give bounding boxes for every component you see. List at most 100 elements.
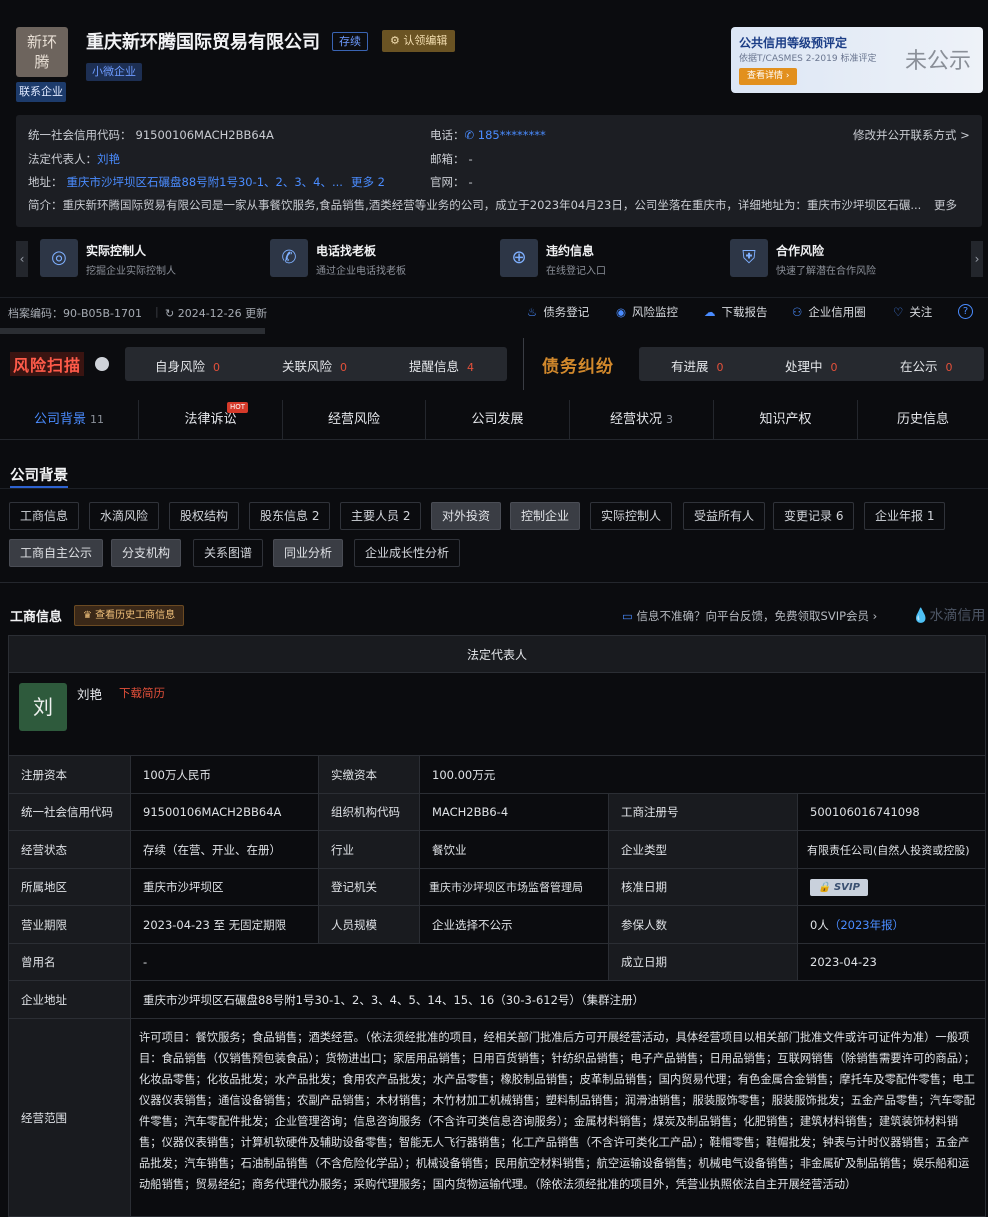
authority-label: 登记机关 xyxy=(319,869,420,906)
credit-circle-button[interactable]: ⚇ 企业信用圈 xyxy=(792,304,866,320)
archive-code-label: 档案编码： xyxy=(8,307,63,320)
chip-beneficiary[interactable]: 受益所有人 xyxy=(683,502,766,530)
intro-more-link[interactable]: 更多 xyxy=(934,197,957,213)
feature-coop-risk[interactable]: ⛨ 合作风险 快速了解潜在合作风险 xyxy=(730,239,950,281)
feature-default-info[interactable]: ⊕ 违约信息 在线登记入口 xyxy=(500,239,700,281)
main-tabs: 公司背景 11 法律诉讼 HOT 经营风险 公司发展 经营状况 3 知识产权 历史信息 xyxy=(0,400,988,440)
feature-prev-button[interactable]: ‹ xyxy=(16,241,28,277)
address-label: 地址： xyxy=(28,175,63,189)
debt-progress-item[interactable]: 有进展 0 xyxy=(671,356,724,375)
chip-actual-controller[interactable]: 实际控制人 xyxy=(590,502,673,530)
feature-title: 实际控制人 xyxy=(86,244,147,258)
download-report-button[interactable]: ☁ 下载报告 xyxy=(704,304,768,320)
insured-label: 参保人数 xyxy=(609,906,798,944)
phone-value[interactable]: 185******** xyxy=(478,128,546,142)
chip-water-risk[interactable]: 水滴风险 xyxy=(89,502,160,530)
chip-growth-analysis[interactable]: 企业成长性分析 xyxy=(354,539,461,567)
chip-investments[interactable]: 对外投资 xyxy=(431,502,502,530)
risk-scan-logo[interactable]: 风险扫描 xyxy=(10,352,85,376)
updated-date: 2024-12-26 更新 xyxy=(177,307,268,320)
tab-legal[interactable]: 法律诉讼 HOT xyxy=(139,400,283,440)
former-name-label: 曾用名 xyxy=(8,944,131,981)
legal-rep-link[interactable]: 刘艳 xyxy=(97,152,120,166)
address-more-link[interactable]: 更多 2 xyxy=(351,175,385,189)
feature-actual-controller[interactable]: ◎ 实际控制人 挖掘企业实际控制人 xyxy=(40,239,240,281)
svip-lock-button[interactable]: 🔒 SVIP xyxy=(810,878,868,896)
download-resume-link[interactable]: 下载简历 xyxy=(119,685,165,701)
help-icon[interactable]: ? xyxy=(958,304,973,319)
approve-date-label: 核准日期 xyxy=(609,869,798,906)
shield-icon: ⛨ xyxy=(730,239,768,277)
reg-no-label: 工商注册号 xyxy=(609,794,798,831)
credit-rating-card[interactable]: 公共信用等级预评定 依据T/CASMES 2-2019 标准评定 查看详情 › … xyxy=(731,27,983,93)
risk-monitor-button[interactable]: ◉ 风险监控 xyxy=(616,304,678,320)
biz-info-title: 工商信息 xyxy=(10,610,63,625)
debt-dispute-logo[interactable]: 债务纠纷 xyxy=(542,352,614,377)
chip-shareholders[interactable]: 股东信息 2 xyxy=(249,502,331,530)
self-risk-item[interactable]: 自身风险 0 xyxy=(155,356,220,375)
insured-value: 0人 （2023年报） xyxy=(798,906,986,944)
feature-phone-boss[interactable]: ✆ 电话找老板 通过企业电话找老板 xyxy=(270,239,470,281)
phone-label: 电话： xyxy=(430,128,465,142)
scroll-indicator xyxy=(0,328,265,334)
address-label: 企业地址 xyxy=(8,981,131,1019)
tab-ip[interactable]: 知识产权 xyxy=(714,400,858,440)
feedback-link[interactable]: ▭ 信息不准确？向平台反馈，免费领取SVIP会员 › xyxy=(622,608,877,624)
chip-peer-analysis[interactable]: 同业分析 xyxy=(273,539,344,567)
tab-development[interactable]: 公司发展 xyxy=(426,400,570,440)
intro-text: 重庆新环腾国际贸易有限公司是一家从事餐饮服务,食品销售,酒类经营等业务的公司，成… xyxy=(62,198,922,212)
feature-sub: 通过企业电话找老板 xyxy=(316,266,406,277)
chip-equity[interactable]: 股权结构 xyxy=(169,502,240,530)
debt-public-item[interactable]: 在公示 0 xyxy=(900,356,953,375)
follow-button[interactable]: ♡ 关注 xyxy=(893,304,932,320)
target-icon: ◎ xyxy=(40,239,78,277)
credit-detail-button[interactable]: 查看详情 › xyxy=(739,68,798,85)
people-icon: ⚇ xyxy=(792,305,803,319)
contact-company-button[interactable]: 联系企业 xyxy=(16,82,66,102)
paid-capital-value: 100.00万元 xyxy=(420,756,986,794)
company-name: 重庆新环腾国际贸易有限公司 xyxy=(86,32,320,53)
company-type-value: 有限责任公司(自然人投资或控股) xyxy=(798,831,986,869)
chip-key-people[interactable]: 主要人员 2 xyxy=(340,502,422,530)
tab-operation-status[interactable]: 经营状况 3 xyxy=(570,400,714,440)
history-biz-button[interactable]: ♛ 查看历史工商信息 xyxy=(74,605,185,626)
tab-operation-risk[interactable]: 经营风险 xyxy=(283,400,426,440)
chip-change-records[interactable]: 变更记录 6 xyxy=(773,502,855,530)
debt-register-button[interactable]: ♨ 债务登记 xyxy=(527,304,589,320)
modify-contact-link[interactable]: 修改并公开联系方式 > xyxy=(853,127,970,143)
chip-branches[interactable]: 分支机构 xyxy=(111,539,182,567)
feature-next-button[interactable]: › xyxy=(971,241,983,277)
address-link[interactable]: 重庆市沙坪坝区石碾盘88号附1号30-1、2、3、4、... xyxy=(67,175,343,189)
feature-title: 合作风险 xyxy=(776,244,825,258)
refresh-icon: ↻ xyxy=(165,307,178,320)
status-badge: 存续 xyxy=(332,32,368,51)
chip-controlled[interactable]: 控制企业 xyxy=(510,502,581,530)
feature-sub: 在线登记入口 xyxy=(546,266,606,277)
email-value: - xyxy=(468,152,473,166)
legal-rep-name[interactable]: 刘艳 xyxy=(77,684,102,703)
alert-info-item[interactable]: 提醒信息 4 xyxy=(409,356,474,375)
risk-group: 自身风险 0 关联风险 0 提醒信息 4 xyxy=(125,347,507,381)
tab-history[interactable]: 历史信息 xyxy=(858,400,988,440)
section-title: 公司背景 xyxy=(10,468,68,484)
chip-biz-info[interactable]: 工商信息 xyxy=(9,502,80,530)
tab-company-background[interactable]: 公司背景 11 xyxy=(0,400,139,440)
company-type-label: 企业类型 xyxy=(609,831,798,869)
feature-sub: 快速了解潜在合作风险 xyxy=(776,266,876,277)
risk-toggle-dot[interactable] xyxy=(95,357,109,371)
scope-label: 经营范围 xyxy=(8,1019,131,1217)
chip-self-publicity[interactable]: 工商自主公示 xyxy=(9,539,104,567)
annual-report-link[interactable]: （2023年报） xyxy=(829,917,904,933)
staff-value: 企业选择不公示 xyxy=(420,906,609,944)
status-label: 经营状态 xyxy=(8,831,131,869)
chip-annual-report[interactable]: 企业年报 1 xyxy=(864,502,946,530)
risk-divider xyxy=(523,338,524,390)
reg-no-value: 500106016741098 xyxy=(798,794,986,831)
reg-capital-value: 100万人民币 xyxy=(131,756,319,794)
debt-processing-item[interactable]: 处理中 0 xyxy=(785,356,838,375)
chip-relation-graph[interactable]: 关系图谱 xyxy=(193,539,264,567)
claim-edit-button[interactable]: ⚙ 认领编辑 xyxy=(382,30,456,52)
term-label: 营业期限 xyxy=(8,906,131,944)
reg-capital-label: 注册资本 xyxy=(8,756,131,794)
related-risk-item[interactable]: 关联风险 0 xyxy=(282,356,347,375)
